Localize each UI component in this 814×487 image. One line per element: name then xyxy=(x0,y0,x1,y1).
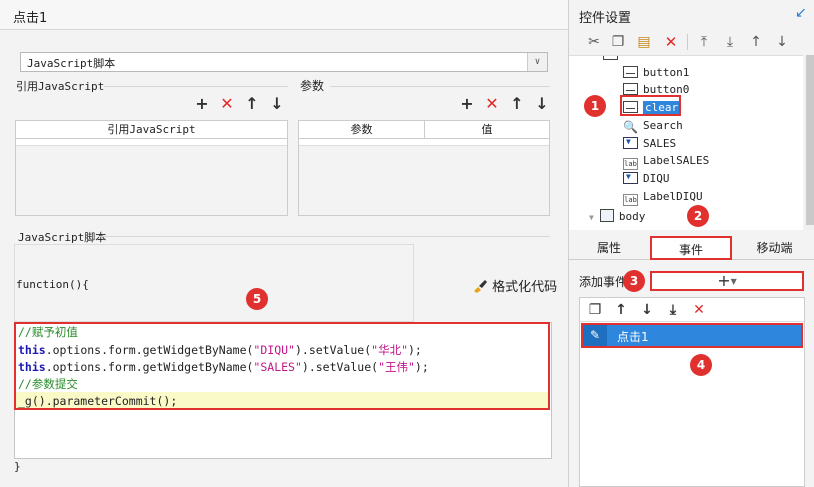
event-item-label: 点击1 xyxy=(617,330,649,344)
widget-toolbar: ✂ ❐ ▤ ✕ ⤒ ⤓ ↑ ↓ xyxy=(569,30,814,54)
tree-scrollbar[interactable] xyxy=(805,55,814,230)
collapse-arrow-icon[interactable]: ↙ xyxy=(795,5,807,21)
param-down-icon[interactable]: ↓ xyxy=(533,95,551,113)
ref-down-icon[interactable]: ↓ xyxy=(268,95,286,113)
tree-node-body[interactable]: ▼ body xyxy=(589,209,645,223)
ref-js-label: 引用JavaScript xyxy=(16,80,105,93)
tree-node-diqu[interactable]: DIQU xyxy=(623,172,670,185)
event-up-icon[interactable]: ↑ xyxy=(612,301,630,319)
expand-arrow-icon[interactable]: ▼ xyxy=(589,213,594,222)
ref-js-grid-body[interactable] xyxy=(16,145,287,215)
scrollbar-thumb[interactable] xyxy=(806,55,814,225)
event-down-icon[interactable]: ↓ xyxy=(638,301,656,319)
params-divider xyxy=(330,86,550,87)
tree-node-search[interactable]: 🔍 Search xyxy=(623,119,683,133)
event-editor-panel: 点击1 JavaScript脚本 ∨ 引用JavaScript + ✕ ↑ ↓ … xyxy=(0,0,568,487)
tree-node-sales[interactable]: SALES xyxy=(623,137,676,150)
tree-node-para[interactable] xyxy=(603,56,623,61)
body-icon xyxy=(599,209,614,222)
annotation-badge-4: 4 xyxy=(690,354,712,376)
cut-icon[interactable]: ✂ xyxy=(585,33,603,51)
paste-icon[interactable]: ▤ xyxy=(635,33,653,51)
button-icon xyxy=(623,66,638,78)
annotation-badge-3: 3 xyxy=(623,270,645,292)
delete-icon[interactable]: ✕ xyxy=(662,33,680,51)
annotation-badge-2: 2 xyxy=(687,205,709,227)
label-icon: lab xyxy=(623,158,638,170)
caret-down-icon: ▼ xyxy=(730,277,737,286)
js-script-label: JavaScript脚本 xyxy=(18,231,107,244)
widget-settings-panel: 控件设置 ↙ ✂ ❐ ▤ ✕ ⤒ ⤓ ↑ ↓ button1 button0 c… xyxy=(568,0,814,487)
params-column-name[interactable]: 参数 xyxy=(299,121,425,139)
function-end: } xyxy=(14,460,21,473)
tree-node-button1[interactable]: button1 xyxy=(623,66,689,79)
settings-tabs: 属性 事件 移动端 xyxy=(569,236,814,260)
tab-mobile[interactable]: 移动端 xyxy=(734,236,814,260)
annotation-badge-1: 1 xyxy=(584,95,606,117)
event-list-panel: ❐ ↑ ↓ ⤓ ✕ ✎ 点击1 xyxy=(579,297,805,487)
brush-icon xyxy=(472,279,488,293)
script-type-value: JavaScript脚本 xyxy=(27,57,116,70)
combo-icon xyxy=(623,172,638,184)
add-event-button[interactable]: +▼ xyxy=(650,271,804,291)
move-bottom-icon[interactable]: ⤓ xyxy=(721,33,739,51)
label-icon: lab xyxy=(623,194,638,206)
edit-pencil-icon[interactable]: ✎ xyxy=(583,325,607,346)
add-event-label: 添加事件 xyxy=(579,275,628,289)
js-script-divider xyxy=(98,236,550,237)
copy-event-icon[interactable]: ❐ xyxy=(586,301,604,319)
tab-properties[interactable]: 属性 xyxy=(569,236,649,260)
ref-js-column-header[interactable]: 引用JavaScript xyxy=(16,121,287,139)
event-toolbar: ❐ ↑ ↓ ⤓ ✕ xyxy=(580,298,804,322)
ref-js-divider xyxy=(104,86,288,87)
param-add-icon[interactable]: + xyxy=(458,95,476,113)
widget-tree[interactable]: button1 button0 clear 🔍Search SALES labL… xyxy=(569,55,803,230)
dialog-title: 点击1 xyxy=(0,0,568,30)
params-grid[interactable]: 参数 值 xyxy=(298,120,550,216)
search-icon: 🔍 xyxy=(623,120,638,134)
format-code-button[interactable]: 格式化代码 xyxy=(472,276,557,295)
annotation-badge-5: 5 xyxy=(246,288,268,310)
move-down-icon[interactable]: ↓ xyxy=(773,33,791,51)
event-delete-icon[interactable]: ✕ xyxy=(690,301,708,319)
move-top-icon[interactable]: ⤒ xyxy=(695,33,713,51)
format-code-label: 格式化代码 xyxy=(492,280,558,295)
tree-node-labelsales[interactable]: lab LabelSALES xyxy=(623,154,709,170)
combo-icon xyxy=(623,137,638,149)
tree-node-labeldiqu[interactable]: lab LabelDIQU xyxy=(623,190,703,206)
code-annotation-box xyxy=(14,322,550,410)
move-up-icon[interactable]: ↑ xyxy=(747,33,765,51)
ref-add-icon[interactable]: + xyxy=(193,95,211,113)
event-move-bottom-icon[interactable]: ⤓ xyxy=(664,301,682,319)
ref-js-grid[interactable]: 引用JavaScript xyxy=(15,120,288,216)
params-label: 参数 xyxy=(300,79,325,93)
clear-annotation-box xyxy=(620,95,681,116)
event-item[interactable]: ✎ 点击1 xyxy=(581,323,803,348)
params-column-value[interactable]: 值 xyxy=(425,121,549,139)
panel-icon xyxy=(603,56,618,60)
button-icon xyxy=(623,83,638,95)
param-delete-icon[interactable]: ✕ xyxy=(483,95,501,113)
chevron-down-icon[interactable]: ∨ xyxy=(527,53,547,71)
param-up-icon[interactable]: ↑ xyxy=(508,95,526,113)
toolbar-divider xyxy=(687,34,688,50)
tab-events[interactable]: 事件 xyxy=(650,236,732,260)
params-grid-body[interactable] xyxy=(299,145,549,215)
script-type-select[interactable]: JavaScript脚本 ∨ xyxy=(20,52,548,72)
copy-icon[interactable]: ❐ xyxy=(609,33,627,51)
panel-title: 控件设置 xyxy=(579,11,632,26)
ref-delete-icon[interactable]: ✕ xyxy=(218,95,236,113)
function-head: function(){ xyxy=(16,278,89,291)
ref-up-icon[interactable]: ↑ xyxy=(243,95,261,113)
